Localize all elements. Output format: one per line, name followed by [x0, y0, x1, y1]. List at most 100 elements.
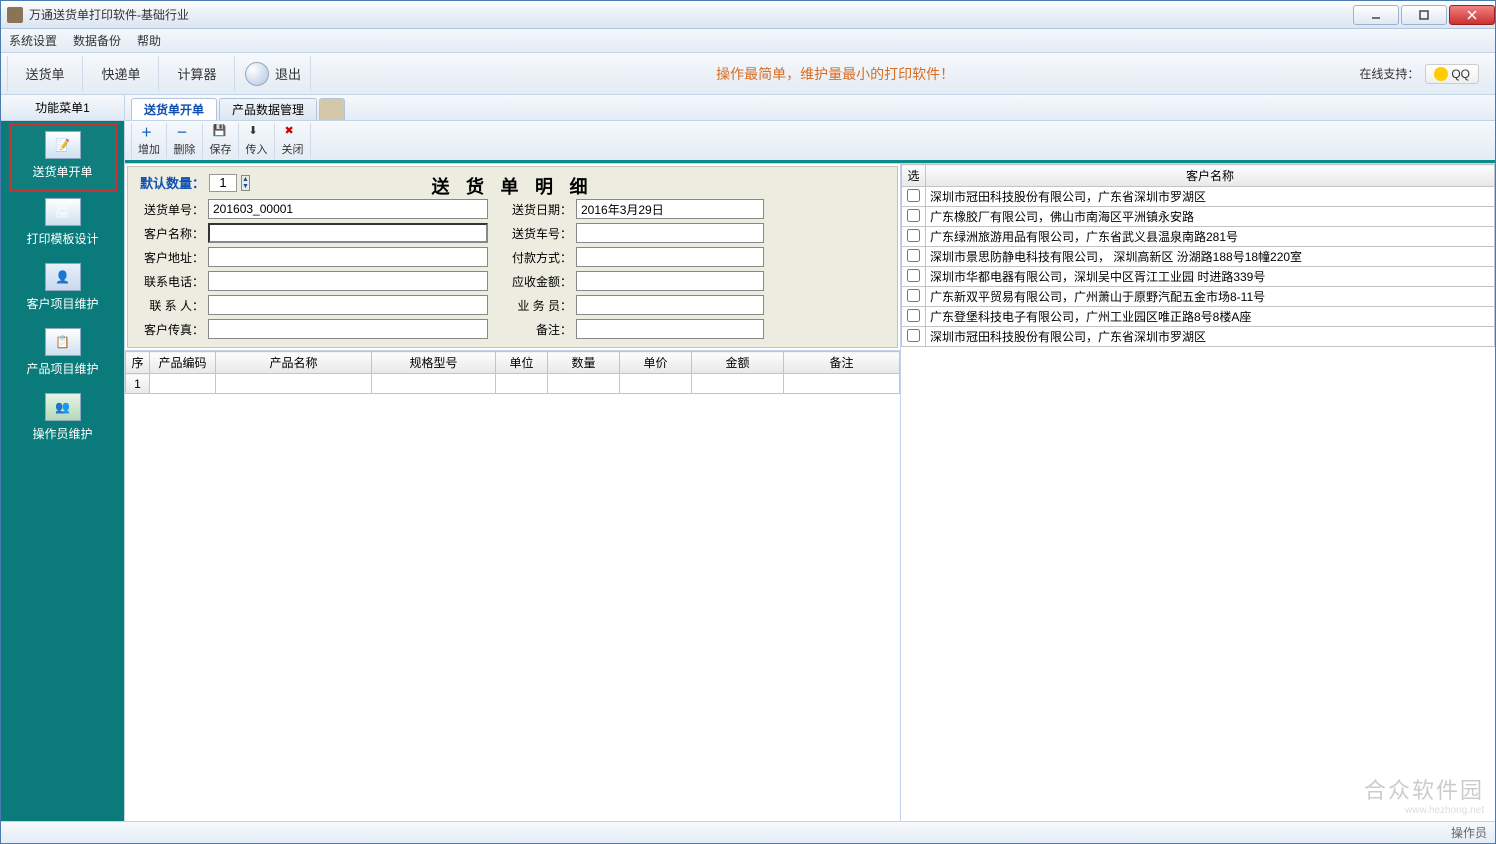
inp-remark[interactable]	[576, 319, 764, 339]
btn-close[interactable]: ✖关闭	[275, 123, 311, 159]
nav-customer-manage[interactable]: 👤客户项目维护	[9, 257, 117, 322]
plus-icon: ＋	[141, 124, 157, 140]
product-grid: 序 产品编码 产品名称 规格型号 单位 数量 单价 金额 备注 1	[125, 350, 900, 821]
body: 功能菜单1 📝送货单开单 🖨打印模板设计 👤客户项目维护 📋产品项目维护 👥操作…	[1, 95, 1495, 821]
inp-clerk[interactable]	[576, 295, 764, 315]
lbl-cust-name: 客户名称：	[140, 225, 208, 242]
table-row[interactable]: 1	[126, 374, 900, 394]
customer-row[interactable]: 广东橡胶厂有限公司，佛山市南海区平洲镇永安路	[902, 207, 1495, 227]
btn-save[interactable]: 💾保存	[203, 123, 239, 159]
close-button[interactable]	[1449, 5, 1495, 25]
customer-checkbox[interactable]	[907, 209, 920, 222]
customer-pane: 选 客户名称 深圳市冠田科技股份有限公司，广东省深圳市罗湖区广东橡胶厂有限公司，…	[901, 164, 1495, 821]
product-icon: 📋	[45, 328, 81, 356]
customer-name: 广东登堡科技电子有限公司，广州工业园区唯正路8号8楼A座	[926, 307, 1495, 327]
sidebar-header[interactable]: 功能菜单1	[1, 95, 124, 121]
col-amount[interactable]: 金额	[692, 352, 784, 374]
form-icon: 📝	[45, 131, 81, 159]
customer-row[interactable]: 深圳市冠田科技股份有限公司，广东省深圳市罗湖区	[902, 187, 1495, 207]
customer-name: 广东新双平贸易有限公司，广州萧山于原野汽配五金市场8-11号	[926, 287, 1495, 307]
inp-amount[interactable]	[576, 271, 764, 291]
menu-system[interactable]: 系统设置	[9, 32, 57, 49]
col-select[interactable]: 选	[902, 165, 926, 187]
toolbar-calculator[interactable]: 计算器	[159, 56, 235, 92]
menubar: 系统设置 数据备份 帮助	[1, 29, 1495, 53]
menu-help[interactable]: 帮助	[137, 32, 161, 49]
form-pane: 默认数量： ▲▼ 送 货 单 明 细 送货单号： 送货日期： 客户名称：	[125, 164, 901, 821]
col-remark[interactable]: 备注	[784, 352, 900, 374]
inp-contact[interactable]	[208, 295, 488, 315]
lbl-vehicle: 送货车号：	[508, 225, 576, 242]
inp-fax[interactable]	[208, 319, 488, 339]
col-seq[interactable]: 序	[126, 352, 150, 374]
customer-name: 深圳市华都电器有限公司，深圳吴中区胥江工业园 时进路339号	[926, 267, 1495, 287]
customer-name: 深圳市冠田科技股份有限公司，广东省深圳市罗湖区	[926, 187, 1495, 207]
col-spec[interactable]: 规格型号	[372, 352, 496, 374]
customer-checkbox[interactable]	[907, 229, 920, 242]
minimize-button[interactable]	[1353, 5, 1399, 25]
default-qty-input[interactable]	[209, 174, 237, 192]
product-table[interactable]: 序 产品编码 产品名称 规格型号 单位 数量 单价 金额 备注 1	[125, 351, 900, 394]
customer-table[interactable]: 选 客户名称 深圳市冠田科技股份有限公司，广东省深圳市罗湖区广东橡胶厂有限公司，…	[901, 164, 1495, 347]
col-cust-name[interactable]: 客户名称	[926, 165, 1495, 187]
tab-product-data[interactable]: 产品数据管理	[219, 98, 317, 120]
customer-checkbox[interactable]	[907, 189, 920, 202]
col-price[interactable]: 单价	[620, 352, 692, 374]
col-name[interactable]: 产品名称	[216, 352, 372, 374]
lbl-amount: 应收金额：	[508, 273, 576, 290]
inp-vehicle[interactable]	[576, 223, 764, 243]
form-title: 送 货 单 明 细	[140, 173, 885, 199]
customer-checkbox[interactable]	[907, 309, 920, 322]
tagline: 操作最简单，维护量最小的打印软件！	[311, 64, 1359, 84]
customer-checkbox[interactable]	[907, 269, 920, 282]
inp-order-no[interactable]	[208, 199, 488, 219]
btn-add[interactable]: ＋增加	[131, 123, 167, 159]
customer-row[interactable]: 广东新双平贸易有限公司，广州萧山于原野汽配五金市场8-11号	[902, 287, 1495, 307]
col-unit[interactable]: 单位	[496, 352, 548, 374]
lbl-fax: 客户传真：	[140, 321, 208, 338]
inp-date[interactable]	[576, 199, 764, 219]
nav-create-delivery[interactable]: 📝送货单开单	[9, 123, 117, 192]
col-code[interactable]: 产品编码	[150, 352, 216, 374]
btn-delete[interactable]: －删除	[167, 123, 203, 159]
btn-import[interactable]: ⬇传入	[239, 123, 275, 159]
toolbar-exit[interactable]: 退出	[235, 56, 311, 92]
customer-row[interactable]: 广东登堡科技电子有限公司，广州工业园区唯正路8号8楼A座	[902, 307, 1495, 327]
customer-row[interactable]: 深圳市冠田科技股份有限公司，广东省深圳市罗湖区	[902, 327, 1495, 347]
titlebar: 万通送货单打印软件-基础行业	[1, 1, 1495, 29]
nav-product-manage[interactable]: 📋产品项目维护	[9, 322, 117, 387]
customer-row[interactable]: 深圳市景思防静电科技有限公司， 深圳高新区 汾湖路188号18幢220室	[902, 247, 1495, 267]
spinner-icon[interactable]: ▲▼	[241, 175, 250, 191]
customer-checkbox[interactable]	[907, 249, 920, 262]
nav-template-design[interactable]: 🖨打印模板设计	[9, 192, 117, 257]
app-window: 万通送货单打印软件-基础行业 系统设置 数据备份 帮助 送货单 快递单 计算器 …	[0, 0, 1496, 844]
inp-phone[interactable]	[208, 271, 488, 291]
customer-row[interactable]: 广东绿洲旅游用品有限公司，广东省武义县温泉南路281号	[902, 227, 1495, 247]
save-icon: 💾	[213, 124, 229, 140]
customer-icon: 👤	[45, 263, 81, 291]
col-qty[interactable]: 数量	[548, 352, 620, 374]
online-label: 在线支持：	[1359, 65, 1419, 82]
tab-disabled[interactable]	[319, 98, 345, 120]
customer-checkbox[interactable]	[907, 329, 920, 342]
tab-delivery-create[interactable]: 送货单开单	[131, 98, 217, 120]
customer-checkbox[interactable]	[907, 289, 920, 302]
customer-row[interactable]: 深圳市华都电器有限公司，深圳吴中区胥江工业园 时进路339号	[902, 267, 1495, 287]
lbl-phone: 联系电话：	[140, 273, 208, 290]
lbl-date: 送货日期：	[508, 201, 576, 218]
lbl-contact: 联 系 人：	[140, 297, 208, 314]
nav-operator-manage[interactable]: 👥操作员维护	[9, 387, 117, 452]
qq-button[interactable]: QQ	[1425, 64, 1479, 84]
menu-backup[interactable]: 数据备份	[73, 32, 121, 49]
lbl-pay: 付款方式：	[508, 249, 576, 266]
toolbar-delivery[interactable]: 送货单	[7, 56, 83, 92]
maximize-button[interactable]	[1401, 5, 1447, 25]
inp-cust-name[interactable]	[208, 223, 488, 243]
sidebar-body: 📝送货单开单 🖨打印模板设计 👤客户项目维护 📋产品项目维护 👥操作员维护	[1, 121, 124, 821]
close-icon: ✖	[285, 124, 301, 140]
window-title: 万通送货单打印软件-基础行业	[29, 6, 1351, 23]
customer-name: 广东绿洲旅游用品有限公司，广东省武义县温泉南路281号	[926, 227, 1495, 247]
toolbar-express[interactable]: 快递单	[83, 56, 159, 92]
inp-cust-addr[interactable]	[208, 247, 488, 267]
inp-pay[interactable]	[576, 247, 764, 267]
